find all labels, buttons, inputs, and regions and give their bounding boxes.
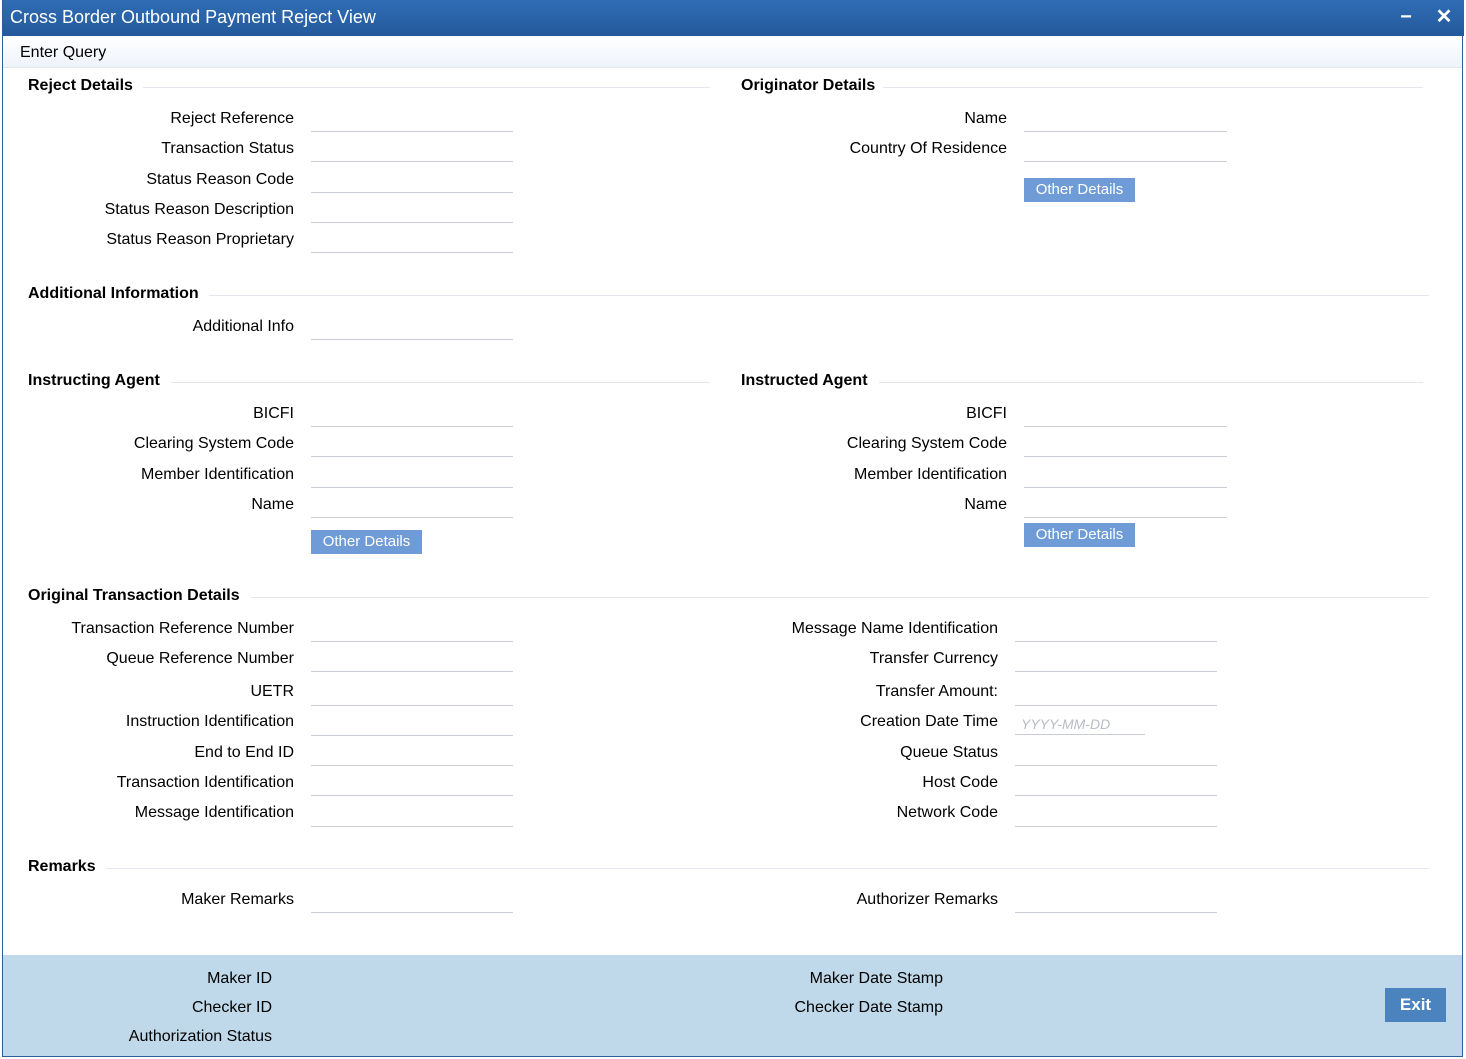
queue-status-label: Queue Status [900,744,998,761]
instructing-bicfi-label: BICFI [253,405,294,422]
host-code-label: Host Code [922,774,998,791]
instructing-other-details-button[interactable]: Other Details [311,530,422,554]
host-code-field[interactable] [1015,774,1217,796]
message-name-identification-field[interactable] [1015,620,1217,642]
checker-date-stamp-label: Checker Date Stamp [794,999,943,1016]
reject-reference-field[interactable] [311,110,513,132]
authorizer-remarks-label: Authorizer Remarks [856,891,998,908]
instructed-clearing-system-code-field[interactable] [1024,435,1227,457]
section-divider [171,382,710,383]
additional-info-label: Additional Info [192,318,294,335]
original-transaction-details-heading: Original Transaction Details [28,587,240,604]
instructed-bicfi-field[interactable] [1024,405,1227,427]
authorization-status-label: Authorization Status [128,1028,272,1045]
status-reason-proprietary-field[interactable] [311,231,513,253]
network-code-label: Network Code [896,804,998,821]
transfer-currency-field[interactable] [1015,650,1217,672]
instructing-member-identification-label: Member Identification [141,466,294,483]
originator-name-field[interactable] [1024,110,1227,132]
transaction-identification-field[interactable] [311,774,513,796]
instructed-member-identification-field[interactable] [1024,466,1227,488]
message-name-identification-label: Message Name Identification [791,620,998,637]
remarks-heading: Remarks [28,858,96,875]
instruction-identification-label: Instruction Identification [125,713,294,730]
instructing-clearing-system-code-label: Clearing System Code [133,435,294,452]
section-divider [879,382,1423,383]
instructing-member-identification-field[interactable] [311,466,513,488]
transaction-reference-number-label: Transaction Reference Number [71,620,294,637]
section-divider [209,295,1429,296]
section-divider [883,87,1423,88]
section-divider [143,87,710,88]
country-of-residence-label: Country Of Residence [849,140,1007,157]
transaction-reference-number-field[interactable] [311,620,513,642]
instructed-clearing-system-code-label: Clearing System Code [846,435,1007,452]
status-reason-proprietary-label: Status Reason Proprietary [106,231,294,248]
instructing-name-field[interactable] [311,496,513,518]
queue-status-field[interactable] [1015,744,1217,766]
maker-id-label: Maker ID [207,970,272,987]
status-reason-description-field[interactable] [311,201,513,223]
instructing-name-label: Name [251,496,294,513]
originator-name-label: Name [964,110,1007,127]
creation-date-time-label: Creation Date Time [860,713,998,730]
instructed-name-field[interactable] [1024,496,1227,518]
maker-date-stamp-label: Maker Date Stamp [809,970,943,987]
status-reason-description-label: Status Reason Description [104,201,294,218]
transfer-amount-label: Transfer Amount: [875,683,998,700]
message-identification-label: Message Identification [134,804,294,821]
close-icon[interactable]: ✕ [1433,6,1455,28]
instructed-agent-heading: Instructed Agent [741,372,868,389]
instructed-other-details-button[interactable]: Other Details [1024,523,1135,547]
transaction-identification-label: Transaction Identification [116,774,294,791]
additional-info-field[interactable] [311,318,513,340]
instructing-agent-heading: Instructing Agent [28,372,160,389]
exit-button[interactable]: Exit [1385,988,1446,1022]
toolbar: Enter Query [3,36,1462,68]
originator-details-heading: Originator Details [741,77,876,94]
end-to-end-id-field[interactable] [311,744,513,766]
transaction-status-label: Transaction Status [161,140,294,157]
authorizer-remarks-field[interactable] [1015,891,1217,913]
main-window: Cross Border Outbound Payment Reject Vie… [2,0,1464,1057]
end-to-end-id-label: End to End ID [194,744,294,761]
section-divider [251,597,1429,598]
instructed-bicfi-label: BICFI [966,405,1007,422]
window-title: Cross Border Outbound Payment Reject Vie… [10,7,376,27]
instructed-name-label: Name [964,496,1007,513]
transaction-status-field[interactable] [311,140,513,162]
status-reason-code-field[interactable] [311,171,513,193]
section-divider [106,868,1429,869]
queue-reference-number-field[interactable] [311,650,513,672]
maker-remarks-field[interactable] [311,891,513,913]
network-code-field[interactable] [1015,805,1217,827]
maker-remarks-label: Maker Remarks [181,891,294,908]
uetr-label: UETR [250,683,294,700]
transfer-currency-label: Transfer Currency [869,650,998,667]
reject-details-heading: Reject Details [28,77,133,94]
title-bar: Cross Border Outbound Payment Reject Vie… [3,0,1464,36]
reject-reference-label: Reject Reference [170,110,294,127]
instructing-clearing-system-code-field[interactable] [311,435,513,457]
enter-query-menu[interactable]: Enter Query [20,44,106,62]
additional-information-heading: Additional Information [28,285,199,302]
message-identification-field[interactable] [311,805,513,827]
instruction-identification-field[interactable] [311,714,513,736]
minimize-icon[interactable]: − [1395,6,1417,28]
transfer-amount-field[interactable] [1015,684,1217,706]
creation-date-field[interactable] [1015,713,1145,735]
country-of-residence-field[interactable] [1024,140,1227,162]
queue-reference-number-label: Queue Reference Number [106,650,294,667]
instructed-member-identification-label: Member Identification [854,466,1007,483]
originator-other-details-button[interactable]: Other Details [1024,178,1135,202]
instructing-bicfi-field[interactable] [311,405,513,427]
status-reason-code-label: Status Reason Code [146,171,294,188]
checker-id-label: Checker ID [191,999,272,1016]
uetr-field[interactable] [311,684,513,706]
audit-footer: Maker ID Checker ID Authorization Status… [3,955,1462,1056]
